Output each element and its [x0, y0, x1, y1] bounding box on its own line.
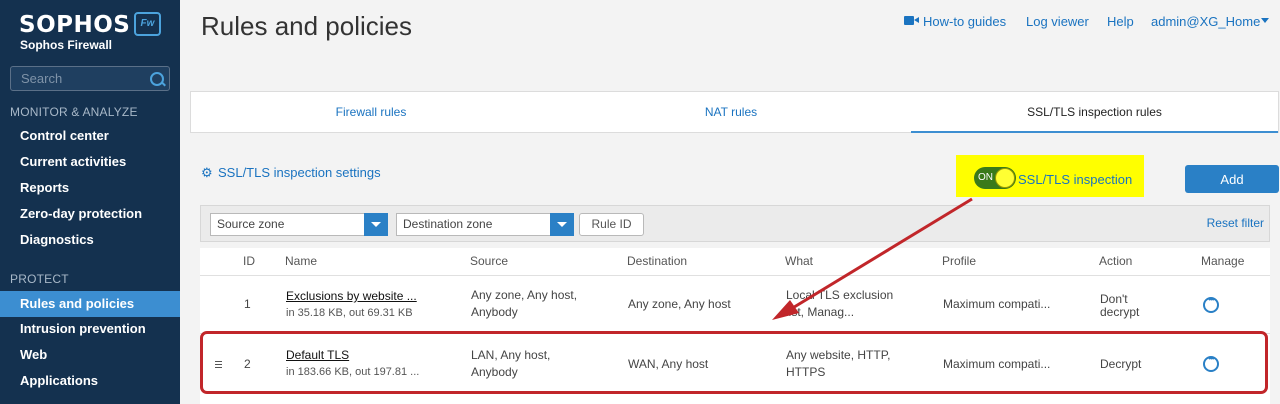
- tab-bar: Firewall rules NAT rules SSL/TLS inspect…: [190, 91, 1279, 133]
- rule-profile: Maximum compati...: [943, 297, 1051, 311]
- page-title: Rules and policies: [201, 11, 413, 41]
- ssl-tls-inspection-toggle[interactable]: ON: [974, 167, 1016, 189]
- source-zone-label: Source zone: [217, 217, 285, 231]
- rule-id-input[interactable]: Rule ID: [579, 213, 644, 236]
- nav-item-current-activities[interactable]: Current activities: [0, 149, 180, 175]
- ssl-tls-settings-link[interactable]: SSL/TLS inspection settings: [218, 165, 381, 180]
- tab-firewall-rules[interactable]: Firewall rules: [191, 92, 551, 132]
- toggle-state-label: ON: [978, 172, 993, 183]
- section-title-protect: PROTECT: [10, 272, 69, 286]
- col-header-id: ID: [243, 254, 255, 268]
- rule-what: Local TLS exclusion: [786, 288, 894, 302]
- col-header-profile: Profile: [942, 254, 977, 268]
- col-header-source: Source: [470, 254, 509, 268]
- chevron-down-icon[interactable]: [364, 213, 388, 236]
- chevron-down-icon[interactable]: [550, 213, 574, 236]
- rule-source: Any zone, Any host,: [471, 288, 578, 302]
- video-camera-icon: [904, 16, 919, 25]
- add-button[interactable]: Add: [1185, 165, 1279, 193]
- account-menu[interactable]: admin@XG_Home: [1151, 14, 1260, 29]
- chevron-down-icon[interactable]: [1261, 18, 1269, 23]
- col-header-action: Action: [1099, 254, 1133, 268]
- col-header-what: What: [785, 254, 814, 268]
- ssl-tls-inspection-label: SSL/TLS inspection: [1018, 172, 1133, 187]
- source-zone-dropdown[interactable]: Source zone: [210, 213, 388, 236]
- how-to-guides-link[interactable]: How-to guides: [923, 14, 1006, 29]
- rule-destination: Any zone, Any host: [628, 297, 731, 311]
- filter-bar: Source zone Destination zone Rule ID Res…: [200, 205, 1270, 242]
- nav-item-web[interactable]: Web: [0, 342, 180, 368]
- nav-item-diagnostics[interactable]: Diagnostics: [0, 227, 180, 253]
- log-viewer-link[interactable]: Log viewer: [1026, 14, 1089, 29]
- rule-id: 1: [244, 297, 251, 311]
- table-row[interactable]: 1 Exclusions by website ... in 35.18 KB,…: [200, 275, 1270, 333]
- product-name: Sophos Firewall: [20, 38, 113, 52]
- destination-zone-dropdown[interactable]: Destination zone: [396, 213, 574, 236]
- toggle-knob: [995, 168, 1015, 188]
- section-title-monitor: MONITOR & ANALYZE: [10, 105, 138, 119]
- col-header-destination: Destination: [627, 254, 688, 268]
- rule-name-link[interactable]: Exclusions by website ...: [286, 288, 417, 305]
- rule-what-more: list, Manag...: [786, 305, 855, 319]
- search-input[interactable]: [11, 67, 151, 90]
- more-options-icon[interactable]: [1203, 295, 1219, 313]
- nav-item-zero-day-protection[interactable]: Zero-day protection: [0, 201, 180, 227]
- highlight-frame-annotation: [200, 331, 1268, 394]
- rule-traffic: in 35.18 KB, out 69.31 KB: [286, 307, 413, 319]
- rule-source-user: Anybody: [471, 305, 518, 319]
- col-header-name: Name: [285, 254, 318, 268]
- col-header-manage: Manage: [1201, 254, 1245, 268]
- tab-nat-rules[interactable]: NAT rules: [551, 92, 911, 132]
- destination-zone-label: Destination zone: [403, 217, 493, 231]
- nav-item-reports[interactable]: Reports: [0, 175, 180, 201]
- gear-icon[interactable]: ⚙: [201, 166, 213, 179]
- help-link[interactable]: Help: [1107, 14, 1134, 29]
- sophos-logo: SOPHOS: [19, 12, 131, 38]
- sidebar: SOPHOS Fw Sophos Firewall MONITOR & ANAL…: [0, 0, 180, 404]
- reset-filter-link[interactable]: Reset filter: [1207, 216, 1264, 230]
- search-icon[interactable]: [150, 72, 164, 86]
- nav-item-intrusion-prevention[interactable]: Intrusion prevention: [0, 316, 180, 342]
- nav-item-rules-and-policies[interactable]: Rules and policies: [0, 291, 180, 317]
- rule-action-more: decrypt: [1100, 305, 1140, 319]
- nav-item-applications[interactable]: Applications: [0, 368, 180, 394]
- firewall-badge-icon: Fw: [134, 12, 161, 36]
- nav-item-control-center[interactable]: Control center: [0, 123, 180, 149]
- search-field: [10, 66, 170, 91]
- tab-ssl-tls-inspection-rules[interactable]: SSL/TLS inspection rules: [911, 92, 1278, 133]
